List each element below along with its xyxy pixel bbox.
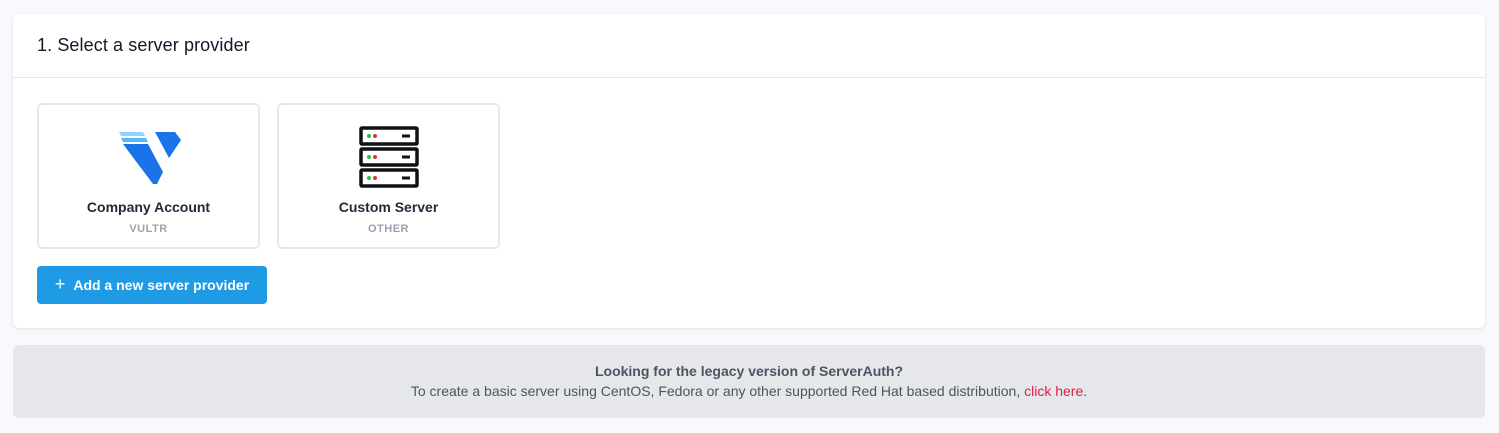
card-header: 1. Select a server provider [13,14,1485,78]
legacy-click-here-link[interactable]: click here [1024,383,1083,399]
legacy-body-text: To create a basic server using CentOS, F… [410,383,1025,399]
vultr-logo-icon [117,125,181,189]
provider-name: Custom Server [338,199,439,215]
add-server-provider-label: Add a new server provider [73,277,250,293]
provider-type: VULTR [129,223,168,235]
provider-option-company-account[interactable]: Company Account VULTR [37,103,260,249]
provider-type: OTHER [368,223,409,235]
legacy-heading: Looking for the legacy version of Server… [594,363,904,379]
server-rack-icon [357,125,421,189]
provider-name: Company Account [86,199,211,215]
section-title: 1. Select a server provider [37,35,250,55]
legacy-version-notice: Looking for the legacy version of Server… [13,345,1485,418]
legacy-body-line: To create a basic server using CentOS, F… [13,383,1485,399]
legacy-trailing-period: . [1083,383,1088,399]
add-server-provider-button[interactable]: + Add a new server provider [37,266,267,304]
plus-icon: + [54,274,66,294]
server-provider-card: 1. Select a server provider Company Acco… [13,14,1485,328]
provider-option-custom-server[interactable]: Custom Server OTHER [277,103,500,249]
